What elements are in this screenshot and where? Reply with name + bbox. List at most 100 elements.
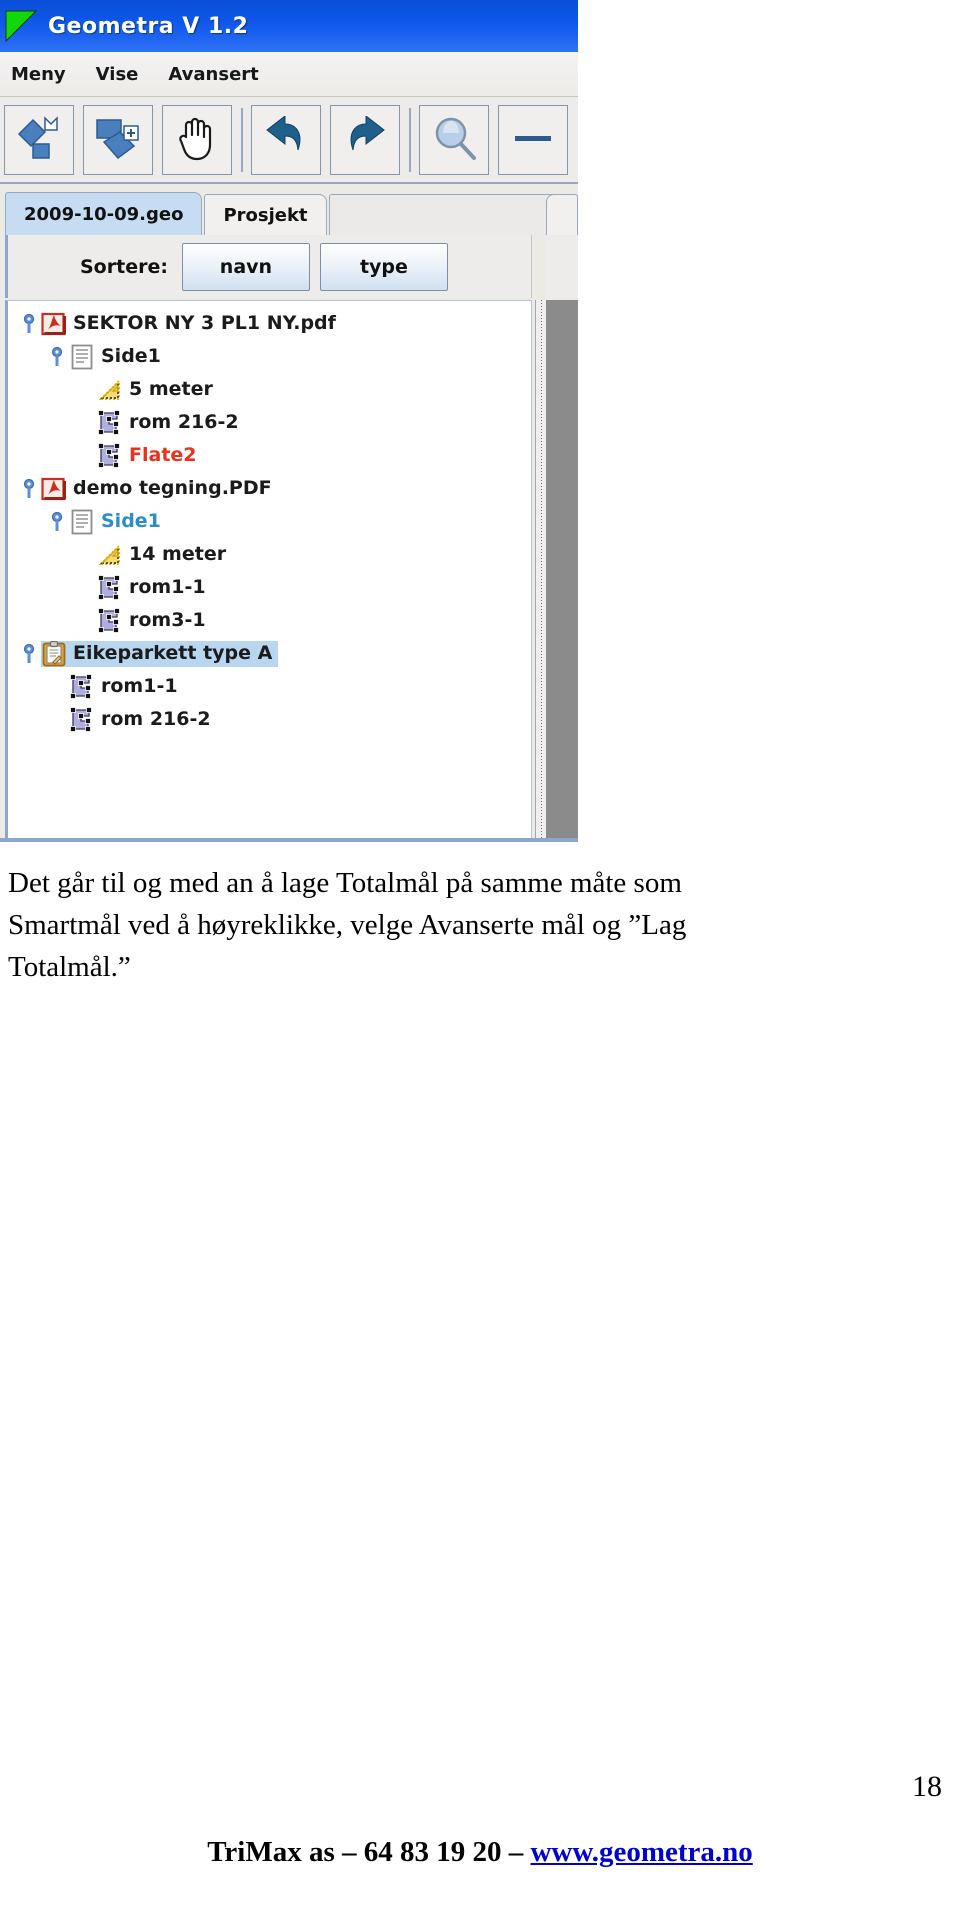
tab-label: 2009-10-09.geo [24, 204, 184, 225]
redo-arrow-icon [342, 114, 388, 165]
tree-row[interactable]: rom 216-2 [8, 703, 531, 736]
tree-node-label: rom1-1 [129, 576, 206, 598]
drawing-canvas-pane[interactable] [546, 300, 578, 840]
yellow-triangle-measure-icon [97, 377, 123, 403]
toolbar-separator-1 [241, 108, 243, 172]
page-number: 18 [912, 1770, 942, 1803]
main-toolbar [0, 98, 578, 184]
tree-row[interactable]: Eikeparkett type A [8, 637, 531, 670]
menu-item-avansert[interactable]: Avansert [164, 62, 270, 87]
tabstrip-filler [328, 194, 571, 236]
tree-row-content: demo tegning.PDF [41, 476, 272, 502]
tree-row-content: Flate2 [97, 442, 197, 469]
page-sheet-icon [69, 509, 95, 535]
pdf-file-icon [41, 476, 67, 502]
tree-handle-placeholder [76, 379, 94, 401]
tree-node-label: Flate2 [129, 444, 197, 466]
redo-button[interactable] [330, 105, 400, 175]
yellow-triangle-measure-icon [97, 542, 123, 568]
new-shape-icon [15, 114, 63, 167]
footer-website-link[interactable]: www.geometra.no [530, 1836, 752, 1868]
menu-item-meny[interactable]: Meny [7, 62, 78, 87]
tree-row[interactable]: 5 meter [8, 373, 531, 406]
minus-icon [515, 131, 551, 149]
sort-by-name-button[interactable]: navn [181, 242, 310, 291]
toolbar-separator-2 [409, 108, 411, 172]
tree-handle-placeholder [76, 445, 94, 467]
tab-prosjekt[interactable]: Prosjekt [204, 194, 327, 236]
tree-row-content: rom3-1 [97, 607, 206, 634]
new-shape-button[interactable] [4, 105, 74, 175]
tree-row-content: rom1-1 [69, 673, 178, 700]
right-pane-tab-stub[interactable] [546, 190, 578, 236]
tree-expand-handle-icon[interactable] [48, 346, 66, 368]
clipboard-icon [41, 640, 67, 667]
tree-row-content: 5 meter [97, 377, 213, 403]
page-footer: TriMax as – 64 83 19 20 – www.geometra.n… [0, 1836, 960, 1869]
tree-row-content: Side1 [69, 344, 161, 370]
tree-node-label: rom 216-2 [101, 708, 211, 730]
tree-handle-placeholder [48, 676, 66, 698]
add-shape-button[interactable] [83, 105, 153, 175]
tree-expand-handle-icon[interactable] [20, 478, 38, 500]
tree-expand-handle-icon[interactable] [20, 643, 38, 665]
window-bottom-border [0, 838, 578, 842]
green-triangle-logo-icon [4, 9, 38, 43]
document-tabstrip: 2009-10-09.geo Prosjekt [5, 190, 573, 236]
footer-company-text: TriMax as – 64 83 19 20 – [207, 1836, 531, 1868]
tree-row[interactable]: Flate2 [8, 439, 531, 472]
add-shape-icon [94, 114, 142, 167]
tree-node-label: Side1 [101, 510, 161, 532]
tree-handle-placeholder [76, 412, 94, 434]
room-polygon-icon [69, 706, 95, 733]
tab-2009-10-09-geo[interactable]: 2009-10-09.geo [5, 192, 203, 236]
tree-row-content: Side1 [69, 509, 161, 535]
tree-handle-placeholder [48, 709, 66, 731]
project-tree-panel[interactable]: SEKTOR NY 3 PL1 NY.pdf Side1 5 meter rom… [5, 300, 532, 840]
tree-node-label: demo tegning.PDF [73, 477, 272, 499]
sort-label: Sortere: [80, 255, 168, 278]
right-pane-toolstrip [546, 235, 578, 298]
tree-row[interactable]: rom 216-2 [8, 406, 531, 439]
menu-item-vise[interactable]: Vise [92, 62, 151, 87]
tree-expand-handle-icon[interactable] [48, 511, 66, 533]
tree-row[interactable]: rom1-1 [8, 670, 531, 703]
tree-row[interactable]: rom3-1 [8, 604, 531, 637]
tree-row-content: SEKTOR NY 3 PL1 NY.pdf [41, 311, 336, 337]
pan-hand-button[interactable] [162, 105, 232, 175]
tree-row-content: rom1-1 [97, 574, 206, 601]
sort-by-type-button[interactable]: type [319, 242, 448, 291]
document-body: Det går til og med an å lage Totalmål på… [8, 862, 752, 988]
tree-node-label: Eikeparkett type A [73, 642, 273, 664]
sort-toolbar: Sortere: navn type [5, 235, 532, 298]
pdf-file-icon [41, 311, 67, 337]
geometra-app-window: Geometra V 1.2 Meny Vise Avansert 2009-1… [0, 0, 578, 842]
tree-expand-handle-icon[interactable] [20, 313, 38, 335]
tree-node-label: rom3-1 [129, 609, 206, 631]
body-paragraph: Det går til og med an å lage Totalmål på… [8, 867, 687, 983]
room-polygon-icon [97, 607, 123, 634]
menubar: Meny Vise Avansert [0, 52, 578, 97]
pan-hand-icon [176, 115, 218, 166]
zoom-button[interactable] [419, 105, 489, 175]
tree-row-content: rom 216-2 [69, 706, 211, 733]
tree-handle-placeholder [76, 610, 94, 632]
undo-button[interactable] [251, 105, 321, 175]
zoom-out-button[interactable] [498, 105, 568, 175]
window-title: Geometra V 1.2 [48, 13, 249, 39]
tree-row[interactable]: SEKTOR NY 3 PL1 NY.pdf [8, 307, 531, 340]
tree-row[interactable]: demo tegning.PDF [8, 472, 531, 505]
tree-row[interactable]: Side1 [8, 505, 531, 538]
tree-row-content: rom 216-2 [97, 409, 239, 436]
undo-arrow-icon [263, 114, 309, 165]
tree-node-label: 14 meter [129, 543, 227, 565]
window-titlebar: Geometra V 1.2 [0, 0, 578, 52]
room-polygon-icon [97, 442, 123, 469]
tree-row[interactable]: 14 meter [8, 538, 531, 571]
tab-label: Prosjekt [223, 205, 308, 226]
right-pane-tab[interactable] [546, 194, 578, 236]
tree-row[interactable]: rom1-1 [8, 571, 531, 604]
page-sheet-icon [69, 344, 95, 370]
tree-node-label: SEKTOR NY 3 PL1 NY.pdf [73, 312, 336, 334]
tree-row[interactable]: Side1 [8, 340, 531, 373]
